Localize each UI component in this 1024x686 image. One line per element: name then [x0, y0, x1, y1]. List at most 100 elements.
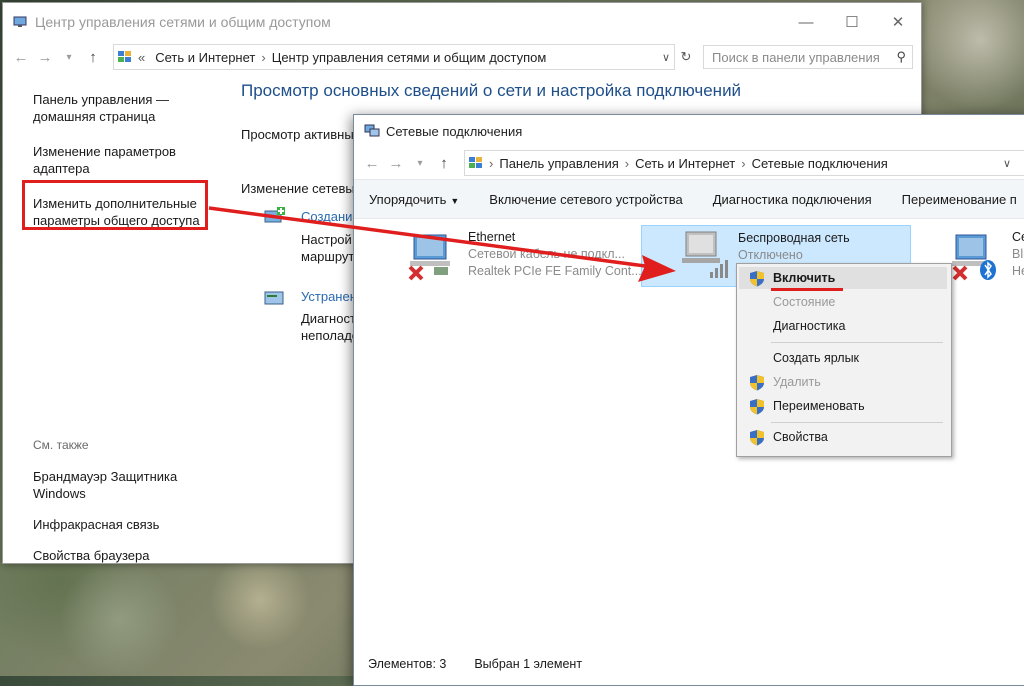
- address-row: ← → ▾ ↑ › Панель управления › Сеть и Инт…: [354, 147, 1024, 179]
- connection-name: Беспроводная сеть: [738, 231, 850, 245]
- see-also-link-infrared[interactable]: Инфракрасная связь: [33, 516, 223, 533]
- history-chevron-icon[interactable]: ▾: [59, 52, 79, 63]
- back-arrow-icon[interactable]: ←: [362, 155, 382, 172]
- window-title: Сетевые подключения: [386, 123, 523, 139]
- organize-button[interactable]: Упорядочить ▼: [354, 192, 474, 207]
- address-row: ← → ▾ ↑ « Сеть и Интернет › Центр управл…: [3, 41, 921, 73]
- menu-item-diagnostics[interactable]: Диагностика: [739, 315, 947, 337]
- uac-shield-icon: [750, 375, 764, 391]
- active-networks-label: Просмотр активны: [241, 127, 354, 142]
- page-title: Просмотр основных сведений о сети и наст…: [241, 81, 742, 100]
- breadcrumb-separator-icon[interactable]: ›: [489, 156, 493, 171]
- new-connection-desc-line2: маршрут: [301, 249, 355, 264]
- ethernet-adapter-icon: [408, 234, 450, 281]
- breadcrumb-separator-icon[interactable]: ›: [261, 50, 265, 65]
- forward-arrow-icon[interactable]: →: [35, 49, 55, 66]
- selection-count: Выбран 1 элемент: [474, 657, 583, 671]
- connection-name: Ethernet: [468, 230, 516, 244]
- menu-item-label: Свойства: [773, 430, 828, 444]
- connection-item-ethernet[interactable]: Ethernet Сетевой кабель не подкл... Real…: [406, 229, 642, 289]
- minimize-button[interactable]: —: [783, 14, 829, 31]
- menu-item-label: Переименовать: [773, 399, 865, 413]
- address-bar[interactable]: « Сеть и Интернет › Центр управления сет…: [113, 44, 675, 70]
- close-button[interactable]: ✕: [875, 13, 921, 31]
- breadcrumb-item[interactable]: Центр управления сетями и общим доступом: [272, 50, 547, 65]
- rename-connection-button[interactable]: Переименование п: [887, 192, 1024, 207]
- troubleshoot-link[interactable]: Устранен: [301, 289, 357, 304]
- annotation-highlight-box: [22, 180, 208, 230]
- menu-item-delete[interactable]: Удалить: [739, 371, 947, 393]
- control-panel-icon: [118, 51, 131, 62]
- new-connection-icon: [264, 207, 285, 223]
- menu-item-properties[interactable]: Свойства: [739, 426, 947, 448]
- organize-label: Упорядочить: [369, 191, 447, 207]
- wireless-adapter-icon: [682, 231, 728, 278]
- search-icon[interactable]: ⚲: [896, 49, 906, 65]
- menu-separator: [771, 342, 943, 343]
- up-arrow-icon[interactable]: ↑: [434, 155, 454, 172]
- chevron-down-icon[interactable]: ∨: [658, 51, 674, 64]
- breadcrumb-item[interactable]: Сеть и Интернет: [155, 50, 255, 65]
- menu-item-label: Включить: [773, 271, 836, 285]
- connection-status: Отключено: [738, 248, 803, 262]
- context-menu: Включить Состояние Диагностика Создать я…: [736, 263, 952, 457]
- uac-shield-icon: [750, 399, 764, 415]
- breadcrumb-overflow-icon[interactable]: «: [138, 50, 145, 65]
- chevron-down-icon: ▼: [450, 195, 460, 206]
- see-also-link-browser[interactable]: Свойства браузера: [33, 547, 223, 564]
- title-bar: Сетевые подключения: [354, 115, 1024, 147]
- troubleshoot-desc-line1: Диагност: [301, 311, 356, 326]
- enable-device-button[interactable]: Включение сетевого устройства: [474, 192, 697, 207]
- menu-item-status[interactable]: Состояние: [739, 291, 947, 313]
- breadcrumb-separator-icon[interactable]: ›: [625, 156, 629, 171]
- menu-item-label: Удалить: [773, 375, 821, 389]
- chevron-down-icon[interactable]: ∨: [999, 157, 1015, 170]
- menu-item-rename[interactable]: Переименовать: [739, 395, 947, 417]
- connection-device: Realtek PCIe FE Family Cont...: [468, 264, 642, 278]
- troubleshoot-desc-line2: неполадо: [301, 328, 360, 343]
- connection-item-bluetooth[interactable]: Се Blu Не: [950, 229, 1024, 289]
- command-bar: Упорядочить ▼ Включение сетевого устройст…: [354, 179, 1024, 219]
- see-also-link-firewall[interactable]: Брандмауэр Защитника Windows: [33, 468, 223, 502]
- connection-status: Blu: [1012, 247, 1024, 261]
- menu-item-enable[interactable]: Включить: [739, 267, 947, 289]
- troubleshoot-icon: [264, 291, 284, 305]
- title-bar: Центр управления сетями и общим доступом…: [3, 3, 921, 41]
- refresh-icon[interactable]: ↻: [675, 49, 697, 65]
- search-input[interactable]: Поиск в панели управления ⚲: [703, 45, 913, 69]
- connection-device: Не: [1012, 264, 1024, 278]
- bluetooth-adapter-icon: [952, 234, 996, 281]
- history-chevron-icon[interactable]: ▾: [410, 158, 430, 169]
- menu-item-label: Состояние: [773, 295, 836, 309]
- breadcrumb-item[interactable]: Сетевые подключения: [752, 156, 888, 171]
- new-connection-desc-line1: Настрой: [301, 232, 352, 247]
- address-bar[interactable]: › Панель управления › Сеть и Интернет › …: [464, 150, 1024, 176]
- back-arrow-icon[interactable]: ←: [11, 49, 31, 66]
- diagnose-connection-button[interactable]: Диагностика подключения: [698, 192, 887, 207]
- change-settings-label: Изменение сетевы: [241, 181, 355, 196]
- breadcrumb-item[interactable]: Панель управления: [499, 156, 618, 171]
- sidebar-link-adapter-settings[interactable]: Изменение параметров адаптера: [33, 143, 223, 177]
- sidebar-link-home[interactable]: Панель управления — домашняя страница: [33, 91, 223, 125]
- breadcrumb-separator-icon[interactable]: ›: [741, 156, 745, 171]
- status-bar: Элементов: 3 Выбран 1 элемент: [354, 653, 596, 675]
- maximize-button[interactable]: ☐: [829, 13, 875, 31]
- uac-shield-icon: [750, 271, 764, 287]
- window-title: Центр управления сетями и общим доступом: [35, 14, 331, 30]
- menu-item-label: Диагностика: [773, 319, 846, 333]
- menu-separator: [771, 422, 943, 423]
- network-connections-icon: [364, 124, 380, 137]
- see-also-label: См. также: [33, 438, 89, 452]
- up-arrow-icon[interactable]: ↑: [83, 49, 103, 66]
- main-content: Просмотр основных сведений о сети и наст…: [241, 81, 742, 343]
- new-connection-link[interactable]: Создание: [301, 209, 360, 224]
- forward-arrow-icon[interactable]: →: [386, 155, 406, 172]
- search-placeholder: Поиск в панели управления: [712, 49, 880, 65]
- breadcrumb-item[interactable]: Сеть и Интернет: [635, 156, 735, 171]
- menu-item-create-shortcut[interactable]: Создать ярлык: [739, 347, 947, 369]
- annotation-underline: [771, 288, 843, 291]
- menu-item-label: Создать ярлык: [773, 351, 860, 365]
- uac-shield-icon: [750, 430, 764, 446]
- connection-status: Сетевой кабель не подкл...: [468, 247, 625, 261]
- item-count: Элементов: 3: [368, 657, 447, 671]
